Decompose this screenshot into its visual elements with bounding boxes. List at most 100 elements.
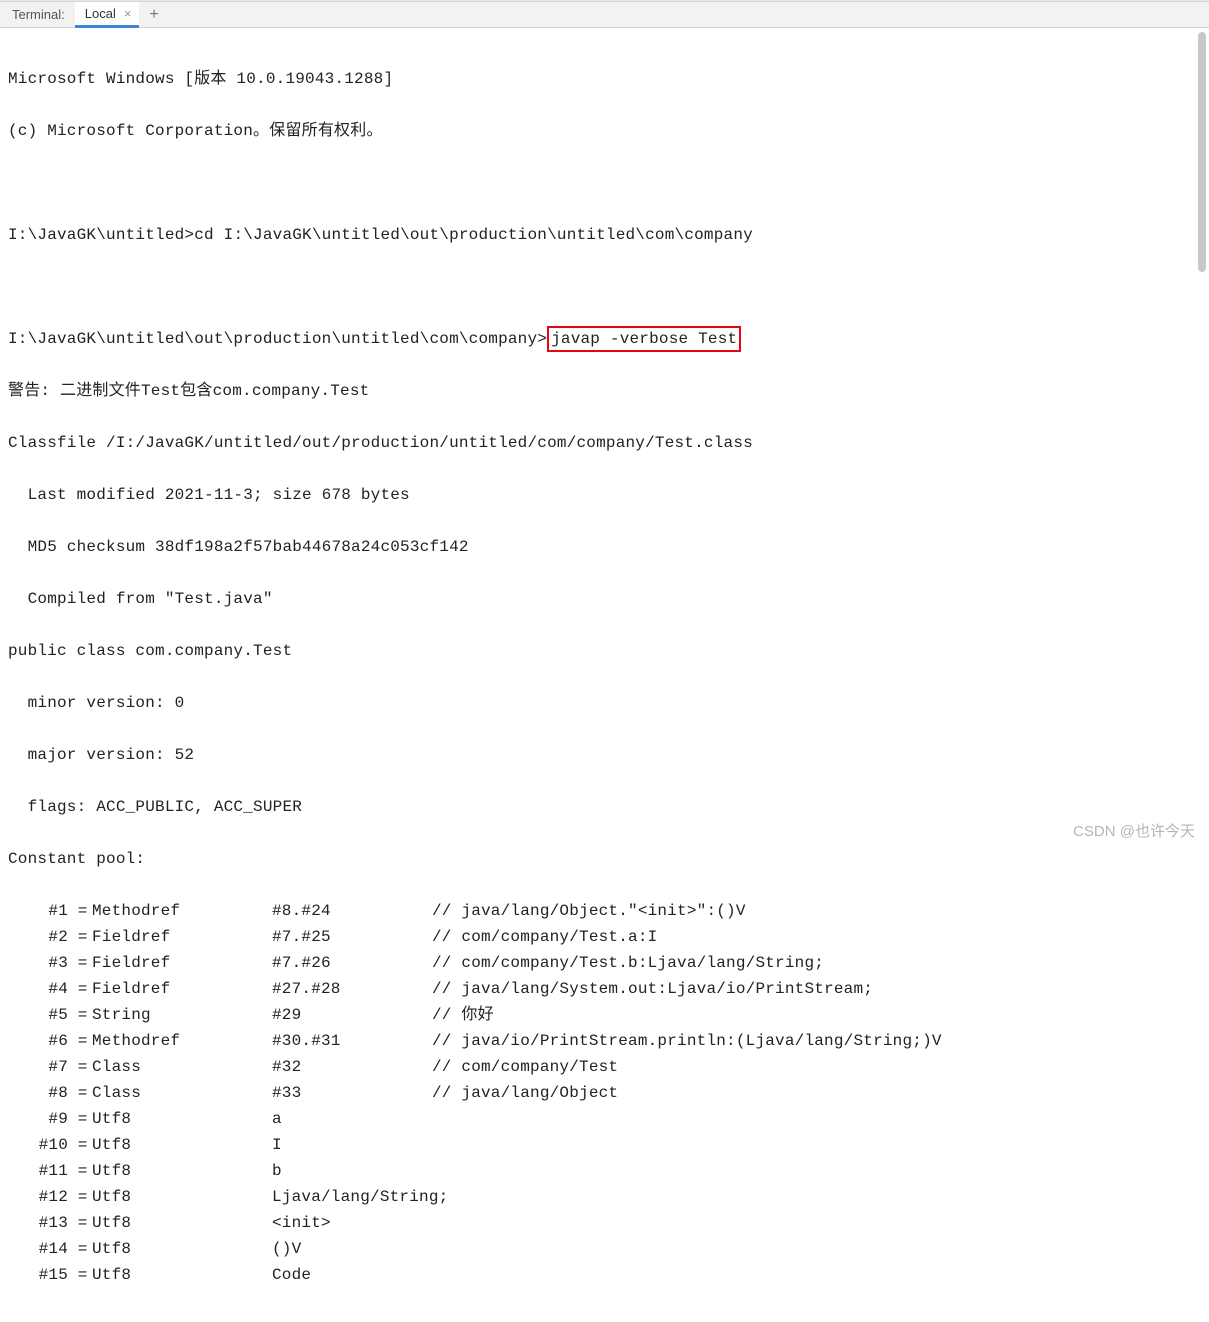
- constant-pool-row: #9 = Utf8a: [8, 1106, 1201, 1132]
- cp-index: #12: [8, 1184, 68, 1210]
- cp-kind: Class: [92, 1054, 272, 1080]
- cp-equals: =: [68, 1236, 92, 1262]
- cp-kind: Utf8: [92, 1184, 272, 1210]
- cp-equals: =: [68, 1002, 92, 1028]
- line-compiled-from: Compiled from "Test.java": [8, 586, 1201, 612]
- cp-equals: =: [68, 950, 92, 976]
- constant-pool-row: #4 = Fieldref#27.#28// java/lang/System.…: [8, 976, 1201, 1002]
- vertical-scrollbar[interactable]: [1198, 32, 1206, 842]
- cp-kind: Utf8: [92, 1132, 272, 1158]
- constant-pool-row: #12 = Utf8Ljava/lang/String;: [8, 1184, 1201, 1210]
- cp-ref: ()V: [272, 1236, 432, 1262]
- cp-ref: <init>: [272, 1210, 432, 1236]
- cp-kind: Fieldref: [92, 976, 272, 1002]
- terminal-title: Terminal:: [8, 7, 75, 22]
- cp-index: #7: [8, 1054, 68, 1080]
- cp-kind: Fieldref: [92, 924, 272, 950]
- watermark: CSDN @也许今天: [1073, 820, 1195, 841]
- close-icon[interactable]: ×: [122, 7, 134, 20]
- line-last-modified: Last modified 2021-11-3; size 678 bytes: [8, 482, 1201, 508]
- constant-pool-row: #13 = Utf8<init>: [8, 1210, 1201, 1236]
- cp-equals: =: [68, 1132, 92, 1158]
- prompt1-prefix: I:\JavaGK\untitled>: [8, 226, 194, 244]
- line-md5: MD5 checksum 38df198a2f57bab44678a24c053…: [8, 534, 1201, 560]
- cp-comment: // com/company/Test: [432, 1054, 618, 1080]
- line-classfile: Classfile /I:/JavaGK/untitled/out/produc…: [8, 430, 1201, 456]
- blank-line: [8, 274, 1201, 300]
- constant-pool-row: #10 = Utf8I: [8, 1132, 1201, 1158]
- cp-ref: Code: [272, 1262, 432, 1288]
- cp-kind: Fieldref: [92, 950, 272, 976]
- tab-local[interactable]: Local ×: [75, 2, 140, 28]
- cp-kind: String: [92, 1002, 272, 1028]
- cp-comment: // java/lang/Object."<init>":()V: [432, 898, 746, 924]
- cp-comment: // com/company/Test.a:I: [432, 924, 657, 950]
- constant-pool-row: #15 = Utf8Code: [8, 1262, 1201, 1288]
- cp-ref: #7.#25: [272, 924, 432, 950]
- cp-comment: // java/lang/Object: [432, 1080, 618, 1106]
- cp-index: #4: [8, 976, 68, 1002]
- constant-pool-row: #1 = Methodref#8.#24// java/lang/Object.…: [8, 898, 1201, 924]
- cp-comment: // com/company/Test.b:Ljava/lang/String;: [432, 950, 824, 976]
- line-prompt-1: I:\JavaGK\untitled>cd I:\JavaGK\untitled…: [8, 222, 1201, 248]
- cp-kind: Methodref: [92, 898, 272, 924]
- cp-index: #13: [8, 1210, 68, 1236]
- add-tab-icon[interactable]: +: [139, 7, 168, 23]
- constant-pool-row: #3 = Fieldref#7.#26// com/company/Test.b…: [8, 950, 1201, 976]
- cp-kind: Utf8: [92, 1210, 272, 1236]
- blank-line: [8, 170, 1201, 196]
- cp-equals: =: [68, 1184, 92, 1210]
- line-major: major version: 52: [8, 742, 1201, 768]
- prompt2-prefix: I:\JavaGK\untitled\out\production\untitl…: [8, 330, 547, 348]
- cp-ref: #7.#26: [272, 950, 432, 976]
- cp-equals: =: [68, 1158, 92, 1184]
- cp-equals: =: [68, 1080, 92, 1106]
- cp-ref: #30.#31: [272, 1028, 432, 1054]
- cp-index: #6: [8, 1028, 68, 1054]
- cp-equals: =: [68, 976, 92, 1002]
- cp-index: #15: [8, 1262, 68, 1288]
- cp-ref: #29: [272, 1002, 432, 1028]
- cp-index: #14: [8, 1236, 68, 1262]
- cp-ref: #32: [272, 1054, 432, 1080]
- cp-index: #10: [8, 1132, 68, 1158]
- constant-pool-row: #5 = String#29// 你好: [8, 1002, 1201, 1028]
- cp-equals: =: [68, 1210, 92, 1236]
- cp-index: #3: [8, 950, 68, 976]
- line-warning: 警告: 二进制文件Test包含com.company.Test: [8, 378, 1201, 404]
- terminal-tab-bar: Terminal: Local × +: [0, 2, 1209, 28]
- cp-equals: =: [68, 1028, 92, 1054]
- highlighted-command: javap -verbose Test: [547, 326, 741, 352]
- cp-index: #8: [8, 1080, 68, 1106]
- cp-kind: Utf8: [92, 1158, 272, 1184]
- scrollbar-thumb[interactable]: [1198, 32, 1206, 272]
- cp-comment: // java/io/PrintStream.println:(Ljava/la…: [432, 1028, 942, 1054]
- cp-comment: // java/lang/System.out:Ljava/io/PrintSt…: [432, 976, 873, 1002]
- cp-kind: Utf8: [92, 1236, 272, 1262]
- line-copyright: (c) Microsoft Corporation。保留所有权利。: [8, 118, 1201, 144]
- cp-equals: =: [68, 1262, 92, 1288]
- cp-comment: // 你好: [432, 1002, 494, 1028]
- constant-pool-row: #8 = Class#33// java/lang/Object: [8, 1080, 1201, 1106]
- constant-pool-row: #2 = Fieldref#7.#25// com/company/Test.a…: [8, 924, 1201, 950]
- line-flags: flags: ACC_PUBLIC, ACC_SUPER: [8, 794, 1201, 820]
- cp-index: #5: [8, 1002, 68, 1028]
- constant-pool-row: #6 = Methodref#30.#31// java/io/PrintStr…: [8, 1028, 1201, 1054]
- cp-ref: Ljava/lang/String;: [272, 1184, 432, 1210]
- cp-kind: Methodref: [92, 1028, 272, 1054]
- line-prompt-2: I:\JavaGK\untitled\out\production\untitl…: [8, 326, 1201, 352]
- cp-index: #9: [8, 1106, 68, 1132]
- cp-equals: =: [68, 924, 92, 950]
- constant-pool: #1 = Methodref#8.#24// java/lang/Object.…: [8, 898, 1201, 1288]
- cp-ref: b: [272, 1158, 432, 1184]
- cp-index: #1: [8, 898, 68, 924]
- cp-ref: #8.#24: [272, 898, 432, 924]
- cp-index: #11: [8, 1158, 68, 1184]
- prompt1-cmd: cd I:\JavaGK\untitled\out\production\unt…: [194, 226, 753, 244]
- constant-pool-row: #11 = Utf8b: [8, 1158, 1201, 1184]
- line-windows-version: Microsoft Windows [版本 10.0.19043.1288]: [8, 66, 1201, 92]
- cp-ref: a: [272, 1106, 432, 1132]
- cp-kind: Class: [92, 1080, 272, 1106]
- terminal-output[interactable]: Microsoft Windows [版本 10.0.19043.1288] (…: [0, 28, 1209, 1322]
- constant-pool-row: #14 = Utf8()V: [8, 1236, 1201, 1262]
